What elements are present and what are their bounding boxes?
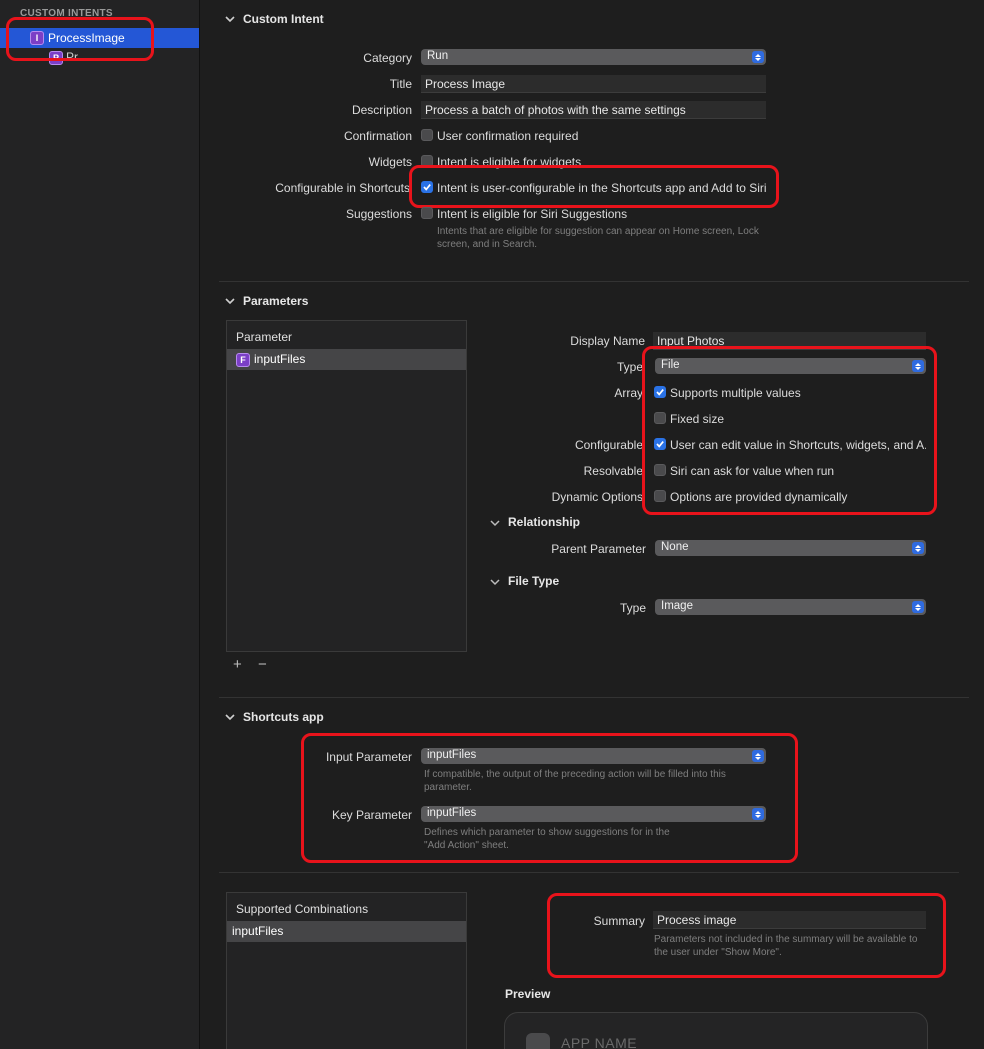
configurable-label: Configurable in Shortcuts	[275, 181, 410, 195]
annotation-box-configurable	[409, 165, 779, 208]
annotation-box-sidebar	[6, 17, 154, 61]
parent-parameter-value: None	[661, 541, 689, 553]
annotation-box-summary	[547, 893, 946, 978]
popup-arrows-icon	[752, 51, 764, 63]
section-title-shortcuts-app: Shortcuts app	[243, 710, 324, 724]
parent-parameter-popup[interactable]: None	[655, 540, 926, 556]
confirmation-text: User confirmation required	[437, 129, 579, 143]
title-label: Title	[389, 77, 412, 91]
parameter-row-input-files[interactable]: F inputFiles	[227, 349, 466, 370]
divider	[219, 872, 959, 873]
divider	[219, 281, 969, 282]
param-type-label: Type	[616, 360, 643, 374]
parameter-list: Parameter F inputFiles	[226, 320, 467, 652]
confirmation-label: Confirmation	[343, 129, 412, 143]
display-name-label: Display Name	[570, 334, 645, 348]
file-param-badge-icon: F	[236, 353, 250, 367]
popup-arrows-icon	[912, 542, 924, 554]
chevron-down-icon[interactable]	[224, 13, 236, 25]
description-field[interactable]: Process a batch of photos with the same …	[421, 101, 766, 119]
chevron-down-icon[interactable]	[224, 711, 236, 723]
category-label: Category	[363, 51, 412, 65]
add-parameter-button[interactable]: +	[233, 656, 242, 673]
combinations-list-header: Supported Combinations	[236, 902, 369, 916]
preview-app-name: APP NAME	[561, 1035, 638, 1049]
confirmation-checkbox[interactable]	[421, 129, 433, 141]
parameter-list-header: Parameter	[236, 330, 293, 344]
annotation-box-shortcuts-app	[301, 733, 798, 863]
annotation-box-param-options	[642, 346, 937, 515]
combinations-list: Supported Combinations inputFiles	[226, 892, 467, 1049]
parameter-row-label: inputFiles	[254, 352, 306, 366]
preview-title: Preview	[505, 987, 551, 1001]
chevron-down-icon[interactable]	[489, 517, 501, 529]
combination-row[interactable]: inputFiles	[227, 921, 466, 942]
category-popup[interactable]: Run	[421, 49, 766, 65]
chevron-down-icon[interactable]	[224, 295, 236, 307]
category-value: Run	[427, 50, 449, 62]
section-title-parameters: Parameters	[243, 294, 309, 308]
file-type-value: Image	[661, 600, 693, 612]
dynamic-options-label: Dynamic Options	[551, 490, 643, 504]
section-title-custom-intent: Custom Intent	[243, 12, 324, 26]
popup-arrows-icon	[912, 601, 924, 613]
param-configurable-label: Configurable	[574, 438, 643, 452]
sidebar: CUSTOM INTENTS I ProcessImage P Pr...	[0, 0, 200, 1049]
suggestions-checkbox[interactable]	[421, 207, 433, 219]
title-field[interactable]: Process Image	[421, 75, 766, 93]
file-type-label: Type	[619, 601, 646, 615]
description-label: Description	[351, 103, 412, 117]
app-icon	[526, 1033, 550, 1049]
file-type-title: File Type	[508, 574, 560, 588]
suggestions-label: Suggestions	[345, 207, 412, 221]
array-label: Array	[614, 386, 643, 400]
widgets-label: Widgets	[368, 155, 412, 169]
combination-row-label: inputFiles	[232, 924, 284, 938]
file-type-popup[interactable]: Image	[655, 599, 926, 615]
divider	[219, 697, 969, 698]
resolvable-label: Resolvable	[583, 464, 643, 478]
parent-parameter-label: Parent Parameter	[551, 542, 646, 556]
remove-parameter-button[interactable]: −	[258, 656, 267, 673]
suggestions-text: Intent is eligible for Siri Suggestions	[437, 207, 628, 221]
chevron-down-icon[interactable]	[489, 576, 501, 588]
preview-card: APP NAME	[504, 1012, 928, 1049]
relationship-title: Relationship	[508, 515, 581, 529]
suggestions-hint: Intents that are eligible for suggestion…	[437, 226, 759, 250]
